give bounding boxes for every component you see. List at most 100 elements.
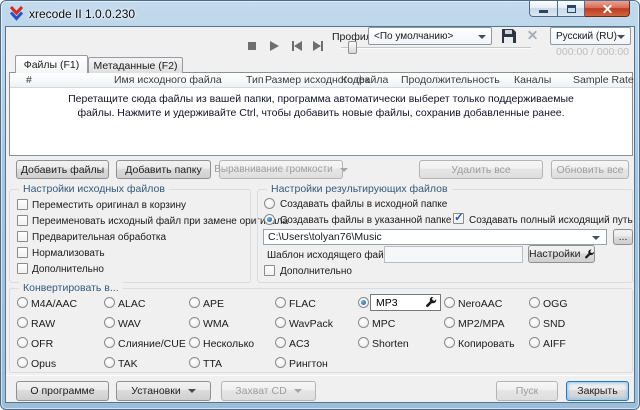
format-radio-wavpack[interactable] [275,317,286,328]
add-folder-button[interactable]: Добавить папку [116,160,211,179]
format-radio-ape[interactable] [189,297,200,308]
column-header-7[interactable]: Sample Rate [573,74,634,86]
refresh-all-button[interactable]: Обновить все [551,160,629,179]
format-radio-копировать[interactable] [444,337,455,348]
format-radio-snd[interactable] [529,317,540,328]
language-select[interactable]: Русский (RU) [550,27,631,45]
format-radio-ac3[interactable] [275,337,286,348]
format-radio-opus[interactable] [17,357,28,368]
profile-select[interactable]: <По умолчанию> [368,27,492,45]
source-option-checkbox-0[interactable] [17,199,28,210]
chevron-down-icon [188,389,196,393]
remove-all-button[interactable]: Удалить все [419,160,543,179]
column-header-1[interactable]: Имя исходного файла [114,74,222,86]
format-radio-рингтон[interactable] [275,357,286,368]
radio-source-folder[interactable] [264,198,275,209]
maximize-button[interactable] [558,1,585,17]
output-settings-title: Настройки результирующих файлов [267,183,452,195]
tab-metadata[interactable]: Метаданные (F2) [88,57,183,73]
setup-button[interactable]: Установки [116,381,211,401]
source-option-checkbox-2[interactable] [17,231,28,242]
add-files-button[interactable]: Добавить файлы [16,160,109,179]
file-list[interactable]: # Имя исходного файла ТипРазмер исходного … [9,72,633,156]
format-radio-neroaac[interactable] [444,297,455,308]
column-header-0[interactable]: # [26,74,32,86]
format-label-neroaac: NeroAAC [458,298,502,310]
close-button[interactable] [585,1,630,17]
source-option-label-3: Нормализовать [32,248,105,259]
maximize-icon [567,5,576,13]
format-radio-tak[interactable] [104,357,115,368]
tab-files[interactable]: Файлы (F1) [15,55,88,73]
output-path-combo[interactable]: C:\Users\tolyan76\Music [263,229,607,245]
play-icon[interactable] [270,41,279,51]
format-radio-wma[interactable] [189,317,200,328]
chevron-down-icon [617,35,625,39]
convert-title: Конвертировать в... [19,282,123,294]
source-option-checkbox-1[interactable] [17,215,28,226]
about-button[interactable]: О программе [16,381,109,401]
format-radio-aiff[interactable] [529,337,540,348]
source-option-checkbox-3[interactable] [17,247,28,258]
format-label-snd: SND [543,318,565,330]
column-header-3[interactable]: Размер исходного файла [265,74,388,86]
template-input[interactable] [384,246,523,263]
save-profile-icon[interactable] [501,28,517,44]
source-option-checkbox-4[interactable] [17,263,28,274]
format-radio-wav[interactable] [104,317,115,328]
format-radio-ofr[interactable] [17,337,28,348]
triangle [294,41,302,51]
selected-format-box[interactable]: MP3 [370,294,441,311]
delete-profile-icon[interactable] [528,30,537,39]
format-radio-shorten[interactable] [358,337,369,348]
format-radio-mp2-mpa[interactable] [444,317,455,328]
template-settings-button[interactable]: Настройки [528,245,595,263]
format-label-opus: Opus [31,358,56,370]
format-radio-несколько[interactable] [189,337,200,348]
full-path-checkbox[interactable] [453,213,464,224]
titlebar[interactable]: xrecode II 1.0.0.230 [1,1,639,26]
column-header-6[interactable]: Каналы [514,74,551,86]
format-label-ape: APE [203,298,224,310]
format-radio-m4a-aac[interactable] [17,297,28,308]
chevron-down-icon [478,35,486,39]
format-radio-raw[interactable] [17,317,28,328]
source-option-label-0: Переместить оригинал в корзину [32,200,186,211]
radio-target-folder[interactable] [264,214,275,225]
browse-button[interactable]: ... [613,229,633,245]
format-radio-слияние-cue[interactable] [104,337,115,348]
format-label-копировать: Копировать [458,338,515,350]
format-radio-mp3[interactable] [358,297,369,308]
seek-slider-track[interactable] [341,47,531,49]
format-radio-mpc[interactable] [358,317,369,328]
close-icon [603,4,612,13]
seek-slider-thumb[interactable] [348,41,357,54]
source-option-label-1: Переименовать исходный файл при замене о… [32,216,288,227]
format-radio-tta[interactable] [189,357,200,368]
previous-track-icon[interactable] [292,41,302,51]
next-track-icon[interactable] [313,41,323,51]
output-path-value: C:\Users\tolyan76\Music [268,231,382,243]
source-settings-title: Настройки исходных файлов [19,183,169,195]
column-header-2[interactable]: Тип [246,74,264,86]
start-button[interactable]: Пуск [496,381,558,401]
minimize-button[interactable] [529,1,558,17]
format-label-ac3: AC3 [289,338,309,350]
output-advanced-checkbox[interactable] [264,265,275,276]
format-label-alac: ALAC [118,298,145,310]
cd-rip-button[interactable]: Захват CD [221,381,316,401]
format-radio-flac[interactable] [275,297,286,308]
format-radio-alac[interactable] [104,297,115,308]
wrench-icon [585,249,595,260]
window-title: xrecode II 1.0.0.230 [29,7,135,21]
format-label-raw: RAW [31,318,55,330]
format-label-wav: WAV [118,318,141,330]
source-option-label-4: Дополнительно [32,264,104,275]
column-header-5[interactable]: Продолжительность [401,74,500,86]
format-radio-ogg[interactable] [529,297,540,308]
close-dialog-button[interactable]: Закрыть [566,381,629,401]
volume-leveling-button[interactable]: Выравнивание громкости [219,160,343,179]
column-header-4[interactable]: Кодек [341,74,369,86]
stop-icon[interactable] [248,42,256,50]
template-label: Шаблон исходящего файла: [267,250,398,261]
